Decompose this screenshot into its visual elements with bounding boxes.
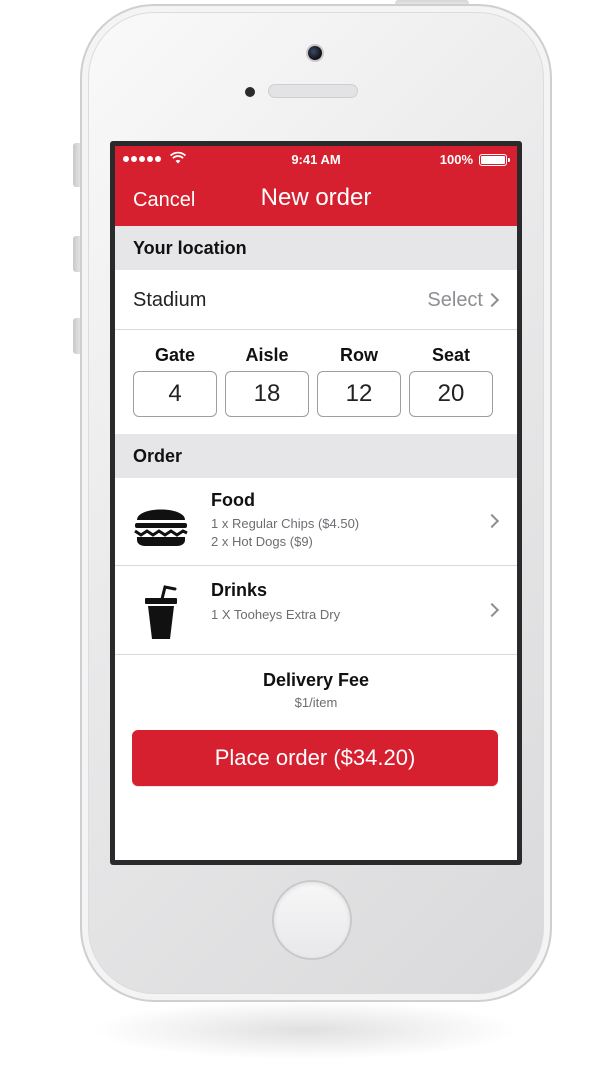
seat-details: Gate 4 Aisle 18 Row 12 Seat 20	[115, 331, 517, 434]
row-input[interactable]: 12	[317, 371, 401, 417]
order-item-line: 2 x Hot Dogs ($9)	[211, 534, 313, 549]
status-bar: 9:41 AM 100%	[115, 146, 517, 174]
page-title: New order	[260, 184, 372, 211]
earpiece-speaker	[268, 84, 358, 98]
navigation-bar: 9:41 AM 100% Cancel New order	[115, 146, 517, 226]
delivery-fee-rate: $1/item	[294, 695, 338, 710]
chevron-right-icon	[484, 292, 500, 308]
chevron-right-icon	[484, 513, 500, 529]
phone-shadow	[90, 1000, 520, 1060]
proximity-sensor	[245, 87, 255, 97]
aisle-label: Aisle	[245, 345, 289, 365]
delivery-fee-title: Delivery Fee	[262, 670, 370, 690]
section-header-location: Your location	[115, 226, 517, 270]
battery-percentage: 100%	[439, 152, 473, 167]
gate-label: Gate	[154, 345, 196, 365]
aisle-input[interactable]: 18	[225, 371, 309, 417]
app-screen: 9:41 AM 100% Cancel New order Your locat…	[115, 146, 517, 860]
order-item-line: 1 x Regular Chips ($4.50)	[211, 516, 360, 531]
chevron-right-icon	[484, 602, 500, 618]
drink-cup-icon	[145, 585, 177, 639]
seat-label: Seat	[431, 345, 471, 365]
order-item-title: Drinks	[211, 580, 268, 600]
stadium-select-row[interactable]: Stadium Select	[115, 270, 517, 330]
order-item-line: 1 X Tooheys Extra Dry	[211, 607, 341, 622]
place-order-button[interactable]: Place order ($34.20)	[132, 730, 498, 786]
order-item-food[interactable]: Food 1 x Regular Chips ($4.50) 2 x Hot D…	[115, 478, 517, 566]
stadium-value: Select	[427, 289, 483, 311]
stadium-label: Stadium	[133, 289, 207, 311]
front-camera	[306, 44, 324, 62]
gate-input[interactable]: 4	[133, 371, 217, 417]
battery-icon	[479, 154, 510, 166]
order-item-title: Food	[211, 490, 255, 510]
order-item-drinks[interactable]: Drinks 1 X Tooheys Extra Dry	[115, 567, 517, 655]
section-header-order: Order	[115, 434, 517, 478]
burger-icon	[134, 509, 188, 546]
row-label: Row	[340, 345, 378, 365]
seat-input[interactable]: 20	[409, 371, 493, 417]
home-button[interactable]	[272, 880, 352, 960]
delivery-fee: Delivery Fee $1/item	[115, 670, 517, 710]
